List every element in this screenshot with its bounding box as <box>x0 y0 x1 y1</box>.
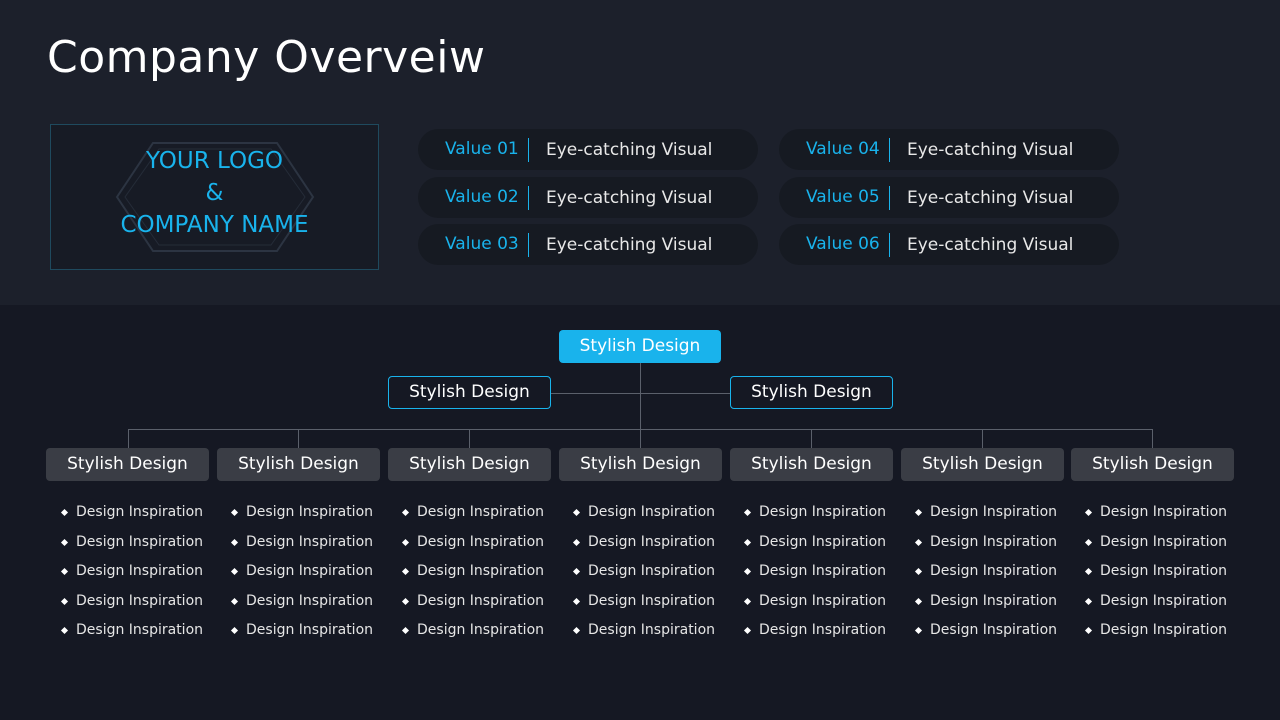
bullet-list: Design Inspiration Design Inspiration De… <box>743 500 913 648</box>
bullet-item: Design Inspiration <box>60 500 230 530</box>
bullet-item: Design Inspiration <box>60 589 230 619</box>
bullet-item: Design Inspiration <box>401 530 571 560</box>
org-mid-node: Stylish Design <box>730 376 893 409</box>
bullet-list: Design Inspiration Design Inspiration De… <box>230 500 400 648</box>
bullet-item: Design Inspiration <box>914 559 1084 589</box>
bullet-item: Design Inspiration <box>743 589 913 619</box>
bullet-item: Design Inspiration <box>1084 530 1254 560</box>
bullet-item: Design Inspiration <box>572 589 742 619</box>
bullet-item: Design Inspiration <box>914 530 1084 560</box>
bullet-item: Design Inspiration <box>401 618 571 648</box>
bullet-item: Design Inspiration <box>1084 589 1254 619</box>
bullet-item: Design Inspiration <box>401 559 571 589</box>
bullet-item: Design Inspiration <box>230 618 400 648</box>
bullet-list: Design Inspiration Design Inspiration De… <box>401 500 571 648</box>
bullet-item: Design Inspiration <box>401 500 571 530</box>
bullet-item: Design Inspiration <box>1084 559 1254 589</box>
bullet-item: Design Inspiration <box>743 530 913 560</box>
bullet-item: Design Inspiration <box>60 530 230 560</box>
bullet-item: Design Inspiration <box>230 530 400 560</box>
org-leaf-node: Stylish Design <box>46 448 209 481</box>
bullet-item: Design Inspiration <box>743 559 913 589</box>
bullet-list: Design Inspiration Design Inspiration De… <box>572 500 742 648</box>
bullet-item: Design Inspiration <box>914 500 1084 530</box>
org-root-node: Stylish Design <box>559 330 721 363</box>
bullet-item: Design Inspiration <box>743 500 913 530</box>
bullet-item: Design Inspiration <box>230 559 400 589</box>
bullet-item: Design Inspiration <box>572 530 742 560</box>
bullet-item: Design Inspiration <box>60 618 230 648</box>
org-mid-node: Stylish Design <box>388 376 551 409</box>
bullet-item: Design Inspiration <box>1084 618 1254 648</box>
bullet-item: Design Inspiration <box>401 589 571 619</box>
org-leaf-node: Stylish Design <box>1071 448 1234 481</box>
bullet-list: Design Inspiration Design Inspiration De… <box>1084 500 1254 648</box>
bullet-list: Design Inspiration Design Inspiration De… <box>914 500 1084 648</box>
org-leaf-node: Stylish Design <box>559 448 722 481</box>
org-leaf-node: Stylish Design <box>730 448 893 481</box>
bullet-item: Design Inspiration <box>230 500 400 530</box>
bullet-item: Design Inspiration <box>572 559 742 589</box>
bullet-item: Design Inspiration <box>60 559 230 589</box>
org-leaf-node: Stylish Design <box>217 448 380 481</box>
bullet-item: Design Inspiration <box>1084 500 1254 530</box>
bullet-item: Design Inspiration <box>914 618 1084 648</box>
bullet-item: Design Inspiration <box>572 618 742 648</box>
bullet-item: Design Inspiration <box>572 500 742 530</box>
bullet-item: Design Inspiration <box>743 618 913 648</box>
bullet-item: Design Inspiration <box>230 589 400 619</box>
org-leaf-node: Stylish Design <box>388 448 551 481</box>
org-leaf-node: Stylish Design <box>901 448 1064 481</box>
bullet-item: Design Inspiration <box>914 589 1084 619</box>
bullet-list: Design Inspiration Design Inspiration De… <box>60 500 230 648</box>
